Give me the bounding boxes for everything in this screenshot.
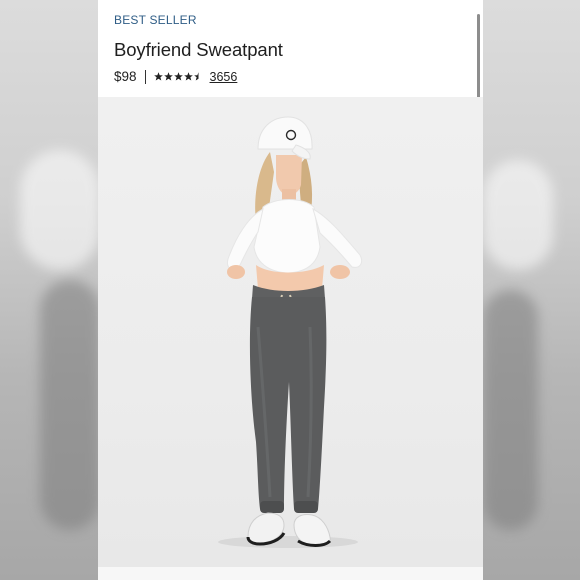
star-rating-icon[interactable] [153,72,203,81]
product-screen: BEST SELLER Boyfriend Sweatpant $98 3656 [98,0,483,580]
best-seller-badge: BEST SELLER [114,13,197,27]
product-photo [98,97,483,567]
price-rating-row: $98 3656 [114,69,467,84]
star-icon [153,72,163,81]
product-title: Boyfriend Sweatpant [114,39,283,60]
blurred-background-right [483,0,580,580]
divider [144,69,146,84]
star-icon [183,72,193,81]
product-header: BEST SELLER Boyfriend Sweatpant $98 3656 [98,0,483,97]
star-icon [163,72,173,81]
bottom-strip [98,567,483,580]
review-count-link[interactable]: 3656 [210,70,238,84]
blurred-background-left [0,0,100,580]
half-star-icon [193,72,199,81]
model-illustration [218,116,363,548]
star-icon [173,72,183,81]
product-price: $98 [114,69,137,84]
